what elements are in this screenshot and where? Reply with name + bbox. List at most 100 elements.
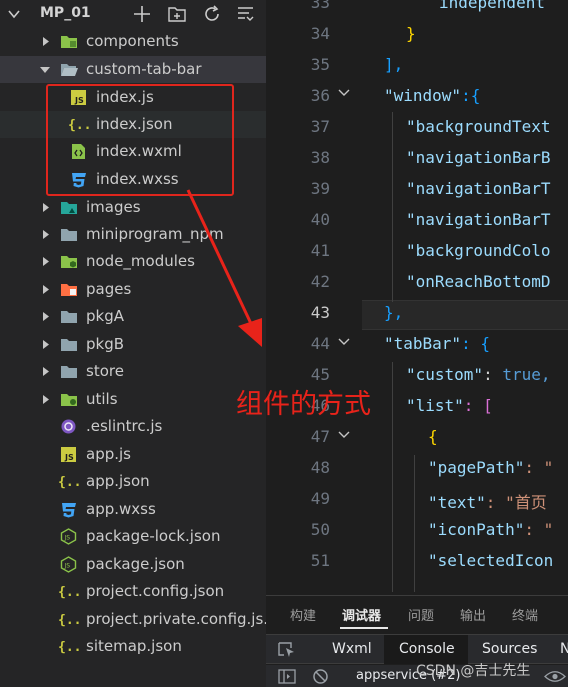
- explorer-sidebar: MP_01 components custom-tab-bar JS index…: [0, 0, 266, 687]
- tree-item-images[interactable]: images: [0, 194, 266, 221]
- folder-icon: [60, 363, 78, 380]
- line-number: 42: [310, 272, 330, 291]
- devtools-tab-sources[interactable]: Sources: [482, 641, 537, 657]
- tree-item-label: utils: [86, 390, 118, 408]
- tree-item-label: package-lock.json: [86, 527, 221, 545]
- code-line-43: },: [384, 303, 404, 322]
- tree-item-index-wxss[interactable]: index.wxss: [0, 166, 266, 193]
- tree-item-eslintrc[interactable]: .eslintrc.js: [0, 413, 266, 440]
- refresh-button[interactable]: [202, 4, 222, 24]
- devtools-tab-console[interactable]: Console: [399, 641, 455, 657]
- svg-text:{..}: {..}: [58, 585, 80, 600]
- collapse-all-button[interactable]: [236, 4, 256, 24]
- json-punct: : [: [463, 396, 493, 415]
- indent-guide: [392, 362, 393, 592]
- tree-item-package-lock[interactable]: JS package-lock.json: [0, 523, 266, 550]
- tree-item-index-js[interactable]: JS index.js: [0, 84, 266, 111]
- tree-item-index-json[interactable]: {..} index.json: [0, 111, 266, 138]
- new-folder-button[interactable]: [167, 4, 187, 24]
- tree-item-label: project.private.config.js...: [86, 610, 266, 628]
- code-line-44: "tabBar": {: [384, 334, 490, 353]
- tree-item-label: sitemap.json: [86, 637, 182, 655]
- chevron-right-icon: [43, 285, 49, 294]
- line-number: 48: [310, 458, 330, 477]
- tree-item-label: app.wxss: [86, 500, 156, 518]
- json-punct: : {: [461, 334, 490, 353]
- tree-item-label: images: [86, 198, 141, 216]
- tree-item-app-wxss[interactable]: app.wxss: [0, 496, 266, 523]
- line-number: 37: [310, 117, 330, 136]
- line-number: 41: [310, 241, 330, 260]
- annotation-label: 组件的方式: [236, 389, 371, 420]
- fold-chevron-icon[interactable]: [338, 430, 350, 440]
- npm-file-icon: JS: [60, 528, 78, 545]
- sidebar-toggle-icon[interactable]: [278, 669, 296, 684]
- tab-output[interactable]: 输出: [460, 605, 486, 624]
- tree-item-label: pages: [86, 280, 132, 298]
- tree-item-components[interactable]: components: [0, 28, 266, 55]
- folder-open-icon: [60, 61, 78, 78]
- tree-item-package-json[interactable]: JS package.json: [0, 551, 266, 578]
- tab-build[interactable]: 构建: [290, 605, 316, 624]
- chevron-down-icon[interactable]: [8, 9, 20, 19]
- chevron-right-icon: [43, 395, 49, 404]
- tree-item-label: components: [86, 32, 179, 50]
- tree-item-label: package.json: [86, 555, 185, 573]
- tab-problems[interactable]: 问题: [408, 605, 434, 624]
- components-folder-icon: [60, 33, 78, 50]
- chevron-right-icon: [43, 340, 49, 349]
- clear-console-icon[interactable]: [312, 668, 329, 685]
- eye-icon[interactable]: [544, 670, 566, 683]
- json-key: "iconPath": [428, 520, 525, 539]
- code-line-36: "window":{: [384, 86, 480, 105]
- chevron-right-icon: [43, 230, 49, 239]
- fold-chevron-icon[interactable]: [338, 337, 350, 347]
- project-name[interactable]: MP_01: [40, 5, 91, 21]
- tree-item-index-wxml[interactable]: index.wxml: [0, 138, 266, 165]
- tree-item-miniprogram-npm[interactable]: miniprogram_npm: [0, 221, 266, 248]
- fold-chevron-icon[interactable]: [338, 88, 350, 98]
- tree-item-utils[interactable]: utils: [0, 386, 266, 413]
- tab-terminal[interactable]: 终端: [512, 605, 538, 624]
- code-line-47: {: [428, 427, 438, 446]
- tree-item-custom-tab-bar[interactable]: custom-tab-bar: [0, 56, 266, 83]
- tree-item-store[interactable]: store: [0, 358, 266, 385]
- json-key: "text": [428, 493, 486, 512]
- line-number: 36: [310, 86, 330, 105]
- code-line-40: "navigationBarT: [406, 210, 551, 229]
- tree-item-sitemap[interactable]: {..} sitemap.json: [0, 633, 266, 660]
- svg-text:{..}: {..}: [58, 613, 80, 628]
- tree-item-pkga[interactable]: pkgA: [0, 303, 266, 330]
- json-value: true,: [502, 365, 551, 384]
- code-line-38: "navigationBarB: [406, 148, 551, 167]
- chevron-right-icon: [43, 203, 49, 212]
- json-key: "list": [406, 396, 464, 415]
- line-number: 35: [310, 55, 330, 74]
- tab-debugger[interactable]: 调试器: [342, 605, 381, 624]
- new-file-button[interactable]: [132, 4, 152, 24]
- code-line-45: "custom": true,: [406, 365, 551, 384]
- json-key: "pagePath": [428, 458, 525, 477]
- devtools-tab-more[interactable]: N: [560, 641, 568, 657]
- svg-text:JS: JS: [64, 563, 71, 570]
- line-number: 50: [310, 520, 330, 539]
- svg-text:JS: JS: [74, 96, 84, 105]
- json-punct: :: [483, 365, 503, 384]
- tree-item-label: custom-tab-bar: [86, 60, 202, 78]
- tree-item-label: project.config.json: [86, 582, 225, 600]
- line-number: 49: [310, 489, 330, 508]
- inspect-element-icon[interactable]: [278, 642, 296, 658]
- code-editor[interactable]: 33 34 35 36 37 38 39 40 41 42 43 44 45 4…: [266, 0, 568, 595]
- tree-item-app-js[interactable]: JS app.js: [0, 441, 266, 468]
- tree-item-pkgb[interactable]: pkgB: [0, 331, 266, 358]
- tree-item-project-private-config[interactable]: {..} project.private.config.js...: [0, 606, 266, 633]
- tree-item-node-modules[interactable]: node_modules: [0, 248, 266, 275]
- devtools-tab-wxml[interactable]: Wxml: [332, 641, 372, 657]
- tree-item-app-json[interactable]: {..} app.json: [0, 468, 266, 495]
- svg-text:JS: JS: [64, 535, 71, 542]
- chevron-down-icon: [40, 67, 50, 73]
- code-line-42: "onReachBottomD: [406, 272, 551, 291]
- svg-text:{..}: {..}: [58, 475, 80, 490]
- tree-item-pages[interactable]: pages: [0, 276, 266, 303]
- tree-item-project-config[interactable]: {..} project.config.json: [0, 578, 266, 605]
